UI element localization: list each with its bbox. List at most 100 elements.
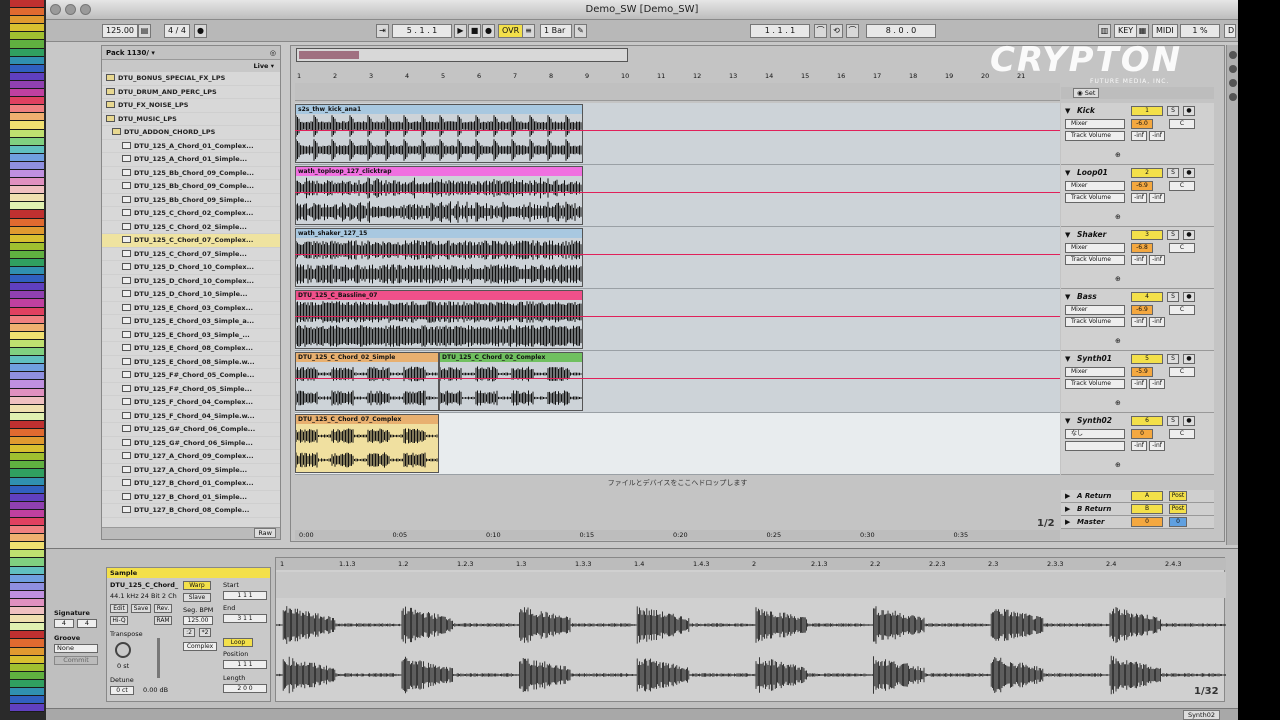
track-param-dropdown[interactable]: Track Volume [1065,131,1125,141]
browser-file[interactable]: DTU_125_E_Chord_08_Complex... [102,342,280,356]
solo-button[interactable]: S [1167,230,1179,240]
browser-file[interactable]: DTU_125_E_Chord_03_Complex... [102,302,280,315]
track-pan[interactable]: C [1169,429,1195,439]
return-post-button[interactable]: Post [1169,504,1187,514]
track-pan[interactable]: C [1169,305,1195,315]
palette-swatch[interactable] [10,226,44,235]
palette-swatch[interactable] [10,267,44,276]
solo-button[interactable]: S [1167,292,1179,302]
arrangement-clip[interactable]: DTU_125_C_Bassline_07 [295,290,583,349]
slave-button[interactable]: Slave [183,593,211,602]
midi-map-button[interactable]: MIDI [1152,24,1178,38]
palette-swatch[interactable] [10,615,44,624]
add-automation-icon[interactable]: ⊕ [1115,151,1121,159]
track-activator[interactable]: 5 [1131,354,1163,364]
ovr-button[interactable]: OVR [498,24,524,38]
track-output-dropdown[interactable]: なし [1065,429,1125,439]
palette-swatch[interactable] [10,542,44,551]
palette-swatch[interactable] [10,396,44,405]
loop-button[interactable]: Loop [223,638,253,647]
palette-swatch[interactable] [10,388,44,397]
palette-swatch[interactable] [10,566,44,575]
minimize-window-button[interactable] [65,4,76,15]
reverse-button[interactable]: Rev. [154,604,172,613]
palette-swatch[interactable] [10,307,44,316]
browser-file[interactable]: DTU_125_A_Chord_01_Simple... [102,153,280,167]
fold-triangle-icon[interactable]: ▼ [1065,169,1070,177]
position-field[interactable]: 5 . 1 . 1 [392,24,452,38]
solo-button[interactable]: S [1167,168,1179,178]
browser-file[interactable]: DTU_125_C_Chord_02_Complex... [102,207,280,221]
arrangement-clip[interactable]: s2s_thw_kick_ana1 [295,104,583,163]
expand-triangle-icon[interactable]: ▶ [1065,492,1070,500]
palette-swatch[interactable] [10,161,44,170]
palette-swatch[interactable] [10,80,44,90]
add-automation-icon[interactable]: ⊕ [1115,337,1121,345]
track-volume[interactable]: -6.9 [1131,305,1153,315]
track-lanes[interactable]: s2s_thw_kick_ana1 wath_toploop_127_clickt… [295,103,1060,475]
palette-swatch[interactable] [10,493,44,502]
track-pan[interactable]: C [1169,367,1195,377]
browser-file[interactable]: DTU_125_F#_Chord_05_Comple... [102,369,280,383]
track-lane[interactable]: wath_toploop_127_clicktrap [295,165,1060,227]
detune-field[interactable]: 0 ct [110,686,134,695]
palette-swatch[interactable] [10,250,44,259]
computer-midi-icon[interactable]: ▦ [1136,24,1149,38]
follow-icon[interactable]: ⇥ [376,24,389,38]
signature-field[interactable]: 4 / 4 [164,24,190,38]
seg-bpm-field[interactable]: 125.00 [183,616,213,625]
track-activator[interactable]: 6 [1131,416,1163,426]
palette-swatch[interactable] [10,210,44,219]
browser-file[interactable]: DTU_125_G#_Chord_06_Comple... [102,423,280,437]
record-icon[interactable]: ● [482,24,495,38]
track-param-dropdown[interactable]: Track Volume [1065,255,1125,265]
track-name[interactable]: Kick [1077,106,1095,115]
browser-file[interactable]: DTU_127_B_Chord_08_Comple... [102,504,280,518]
palette-swatch[interactable] [10,348,44,357]
palette-swatch[interactable] [10,169,44,179]
edit-button[interactable]: Edit [110,604,128,613]
palette-swatch[interactable] [10,129,44,138]
automation-line[interactable] [295,254,1060,255]
punch-in-icon[interactable]: ⌒ [814,24,827,38]
track-name[interactable]: Bass [1077,292,1097,301]
track-volume[interactable]: -6.8 [1131,243,1153,253]
metronome-icon[interactable]: ● [194,24,207,38]
browser-file[interactable]: DTU_127_A_Chord_09_Simple... [102,464,280,477]
palette-swatch[interactable] [10,283,44,292]
palette-swatch[interactable] [10,113,44,122]
arm-button[interactable]: ● [1183,354,1195,364]
palette-swatch[interactable] [10,364,44,373]
return-post-button[interactable]: 0 [1169,517,1187,527]
track-pan[interactable]: C [1169,119,1195,129]
loop-start-field[interactable]: 1 . 1 . 1 [750,24,810,38]
browser-file[interactable]: DTU_125_C_Chord_07_Complex... [102,234,280,248]
fold-triangle-icon[interactable]: ▼ [1065,417,1070,425]
palette-swatch[interactable] [10,356,44,365]
palette-swatch[interactable] [10,639,44,648]
start-field[interactable]: 1 1 1 [223,591,267,600]
return-track[interactable]: ▶ A Return A Post [1061,490,1214,503]
palette-swatch[interactable] [10,469,44,478]
browser-file[interactable]: DTU_125_C_Chord_07_Simple... [102,248,280,261]
tempo-field[interactable]: 125.00 [102,24,138,38]
browser-view-selector[interactable]: Live ▾ [102,60,280,72]
return-activator[interactable]: A [1131,491,1163,501]
fold-triangle-icon[interactable]: ▼ [1065,355,1070,363]
track-pan[interactable]: C [1169,243,1195,253]
draw-mode-icon[interactable]: ≡ [522,24,535,38]
palette-swatch[interactable] [10,509,44,518]
pencil-icon[interactable]: ✎ [574,24,587,38]
track-param-dropdown[interactable]: Track Volume [1065,317,1125,327]
clip-signature-num[interactable]: 4 [54,619,74,628]
hiq-button[interactable]: Hi-Q [110,616,128,625]
palette-swatch[interactable] [10,178,44,187]
browser-file[interactable]: DTU_125_A_Chord_01_Complex... [102,140,280,153]
fold-triangle-icon[interactable]: ▼ [1065,107,1070,115]
track-activator[interactable]: 4 [1131,292,1163,302]
palette-swatch[interactable] [10,598,44,608]
palette-swatch[interactable] [10,582,44,591]
key-map-icon[interactable]: ▥ [1098,24,1111,38]
palette-swatch[interactable] [10,72,44,81]
palette-swatch[interactable] [10,558,44,567]
